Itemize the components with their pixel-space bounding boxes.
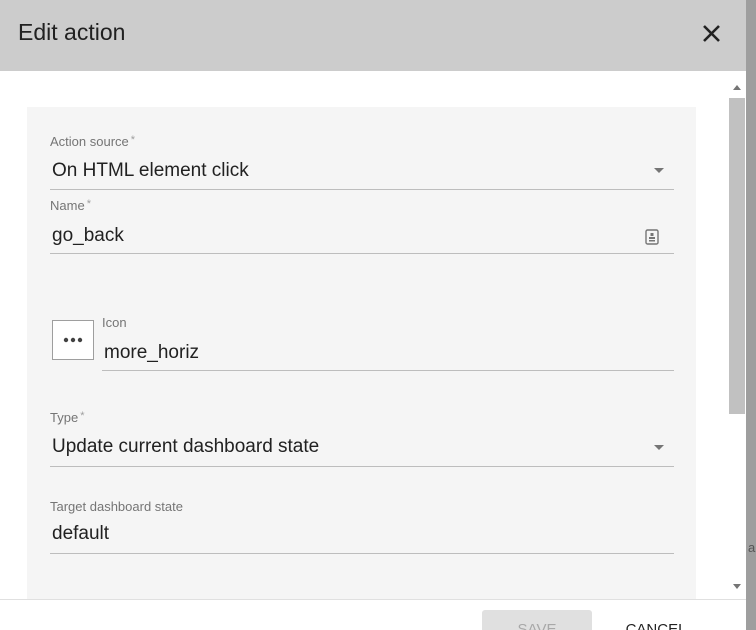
scroll-up-arrow-icon[interactable] bbox=[733, 85, 741, 90]
edit-action-dialog: Edit action Action source * On HTML eleme… bbox=[0, 0, 746, 630]
save-button[interactable]: SAVE bbox=[482, 610, 592, 630]
icon-field[interactable]: Icon more_horiz bbox=[102, 313, 674, 375]
action-source-value: On HTML element click bbox=[52, 160, 249, 181]
field-underline bbox=[50, 553, 674, 554]
field-underline bbox=[50, 189, 674, 190]
field-underline bbox=[50, 253, 674, 254]
dialog-actions: SAVE CANCEL bbox=[0, 599, 746, 630]
more-horiz-icon bbox=[63, 337, 83, 343]
chevron-down-icon bbox=[654, 445, 664, 450]
target-dashboard-state-value: default bbox=[52, 523, 110, 544]
icon-preview-button[interactable] bbox=[52, 320, 94, 360]
target-dashboard-state-label: Target dashboard state bbox=[50, 499, 183, 514]
close-icon[interactable] bbox=[698, 21, 726, 47]
action-source-select[interactable]: Action source * On HTML element click bbox=[50, 129, 674, 191]
name-value: go_back bbox=[52, 225, 124, 246]
scrollbar-thumb[interactable] bbox=[729, 98, 745, 414]
dialog-title: Edit action bbox=[18, 19, 126, 45]
type-select[interactable]: Type * Update current dashboard state bbox=[50, 405, 674, 467]
field-underline bbox=[102, 370, 674, 371]
type-label: Type * bbox=[50, 410, 85, 425]
variable-picker-icon[interactable] bbox=[645, 229, 659, 245]
icon-value: more_horiz bbox=[104, 342, 200, 363]
name-label: Name * bbox=[50, 198, 91, 213]
chevron-down-icon bbox=[654, 168, 664, 173]
name-field[interactable]: Name * go_back bbox=[50, 195, 674, 257]
dialog-header: Edit action bbox=[0, 0, 746, 71]
action-source-label: Action source * bbox=[50, 134, 136, 149]
target-dashboard-state-field[interactable]: Target dashboard state default bbox=[50, 495, 674, 557]
cancel-button[interactable]: CANCEL bbox=[606, 610, 706, 630]
dialog-content: Action source * On HTML element click Nam… bbox=[0, 71, 728, 599]
backdrop: a bbox=[746, 0, 756, 630]
field-underline bbox=[50, 466, 674, 467]
action-form-panel: Action source * On HTML element click Nam… bbox=[27, 107, 696, 599]
scroll-down-arrow-icon[interactable] bbox=[733, 584, 741, 589]
type-value: Update current dashboard state bbox=[52, 436, 320, 457]
icon-label: Icon bbox=[102, 315, 127, 330]
background-text-fragment: a bbox=[748, 540, 756, 555]
